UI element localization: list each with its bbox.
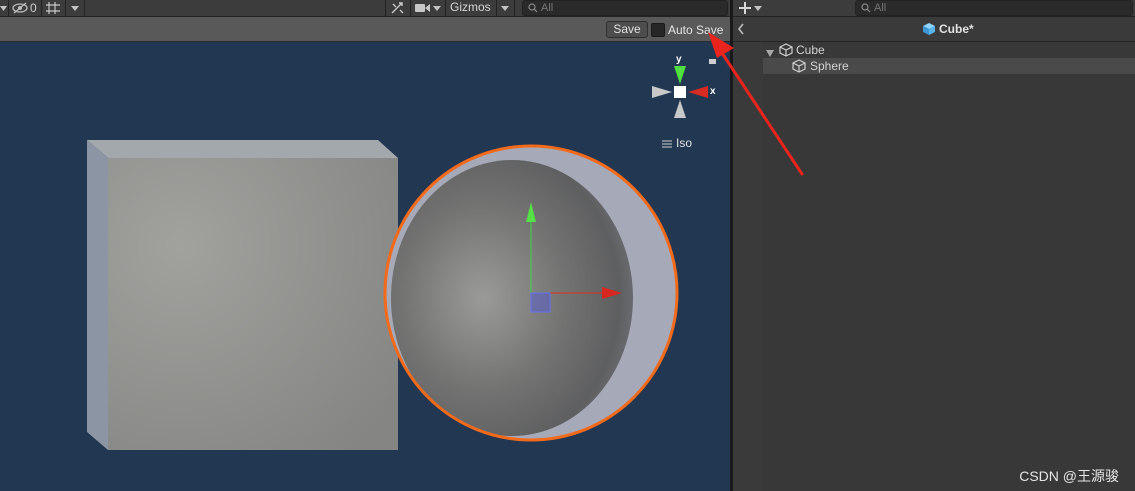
cube-side-face [87, 140, 108, 450]
hierarchy-item-label: Cube [796, 43, 825, 57]
orientation-y-label: y [676, 54, 682, 65]
back-chevron-icon[interactable] [737, 23, 745, 38]
tools-icon[interactable] [390, 1, 406, 18]
move-gizmo-plane-handle[interactable] [530, 292, 551, 313]
add-plus-icon[interactable] [738, 1, 752, 18]
grid-icon[interactable] [45, 1, 61, 18]
gameobject-cube-icon [792, 59, 806, 77]
hierarchy-search-input[interactable]: All [855, 0, 1133, 16]
watermark: CSDN @王源骏 [1019, 468, 1119, 484]
camera-icon[interactable] [415, 2, 431, 17]
hierarchy-list[interactable]: Cube Sphere [763, 42, 1135, 491]
auto-save-label[interactable]: Auto Save [668, 23, 723, 37]
gizmos-button[interactable]: Gizmos [450, 0, 491, 15]
scene-search-input[interactable]: All [522, 0, 728, 16]
gizmo-lock-icon[interactable] [708, 54, 717, 68]
hierarchy-item-label: Sphere [810, 59, 849, 73]
hierarchy-item-cube[interactable]: Cube [763, 42, 1135, 58]
prefab-save-bar: Save Auto Save [0, 17, 730, 42]
hierarchy-toolbar: All [733, 0, 1135, 17]
gizmos-dropdown-arrow-icon[interactable] [500, 2, 510, 17]
scene-viewport[interactable]: y x Iso [0, 42, 730, 491]
menu-lines-icon [662, 138, 673, 152]
dropdown-arrow-icon[interactable] [0, 2, 8, 17]
hidden-count: 0 [30, 1, 37, 15]
hierarchy-gutter [733, 42, 763, 491]
add-dropdown-arrow-icon[interactable] [753, 2, 763, 17]
prefab-cube-icon [922, 22, 936, 39]
hidden-eye-icon [12, 1, 28, 18]
auto-save-checkbox[interactable] [651, 23, 665, 37]
cube-object[interactable] [87, 140, 398, 450]
scene-canvas[interactable] [0, 42, 730, 491]
cube-front-face [108, 158, 398, 450]
cube-top-face [87, 140, 398, 158]
scene-toolbar: 0 Gizmos All [0, 0, 730, 17]
orientation-gizmo[interactable]: y x [648, 54, 720, 126]
hierarchy-item-sphere[interactable]: Sphere [763, 58, 1135, 74]
scene-search-placeholder: All [541, 2, 554, 14]
grid-dropdown-arrow-icon[interactable] [70, 2, 80, 17]
prefab-title: Cube* [939, 22, 974, 36]
camera-dropdown-arrow-icon[interactable] [432, 2, 442, 17]
orientation-x-label: x [710, 86, 716, 97]
save-button[interactable]: Save [606, 21, 648, 38]
prefab-mode-header: Cube* [733, 17, 1135, 42]
projection-label: Iso [676, 136, 693, 150]
hierarchy-search-placeholder: All [874, 2, 887, 14]
